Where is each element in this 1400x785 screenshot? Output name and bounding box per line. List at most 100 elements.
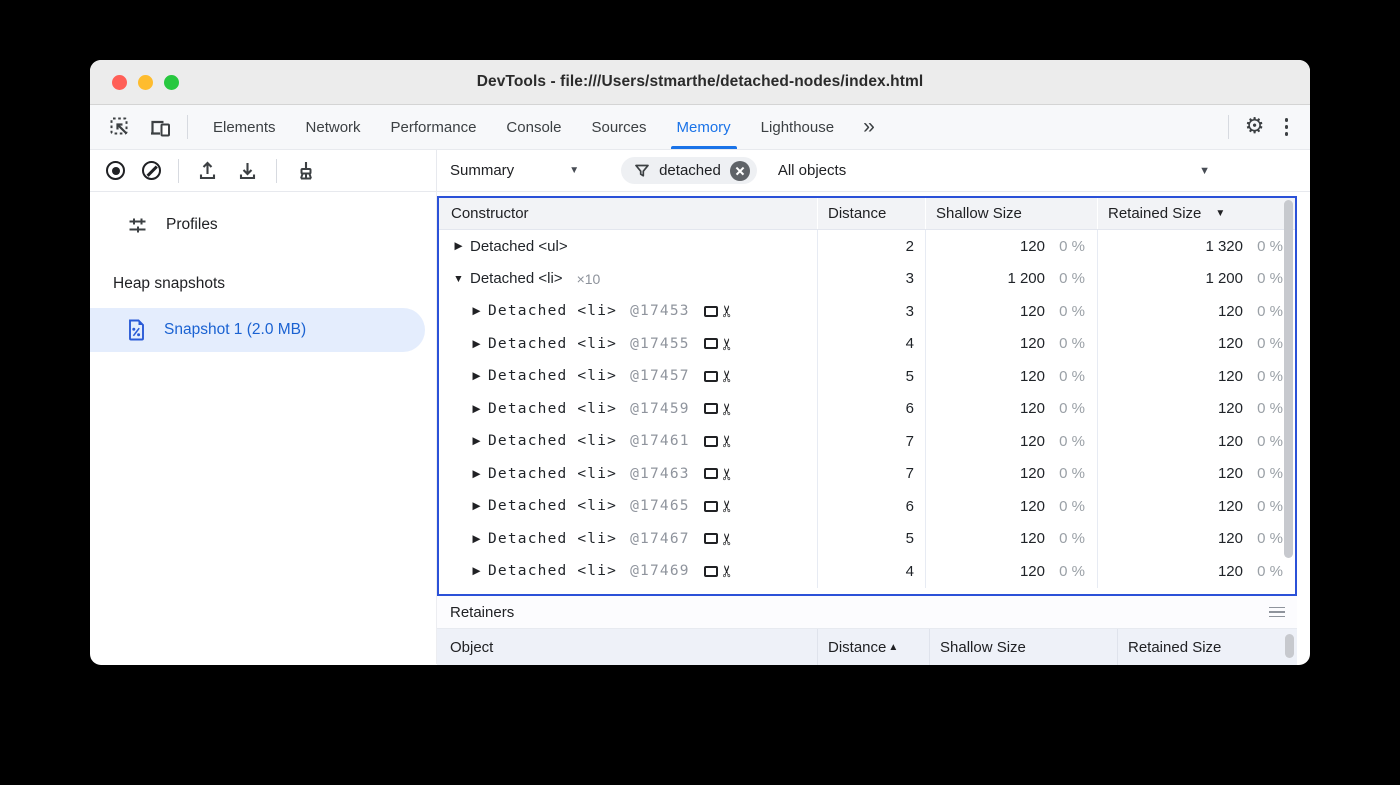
tab-performance[interactable]: Performance [376,105,492,149]
settings-gear-icon[interactable]: ⚙ [1245,116,1265,138]
clear-filter-icon[interactable] [730,161,750,181]
tab-label: Sources [591,119,646,136]
shallow-size-cell: 120 0 % [925,425,1097,458]
clean-garbage-broom-icon[interactable] [294,159,318,183]
table-row[interactable]: ▶ Detached <ul> 2 120 0 % 1 320 0 % [439,230,1295,263]
table-row[interactable]: ▶ Detached <li> @17453 ✂ 3 120 0 % 120 0… [439,295,1295,328]
sidebar-item-profiles[interactable]: Profiles [90,205,436,245]
table-row[interactable]: ▶ Detached <li> @17465 ✂ 6 120 0 % 120 0… [439,490,1295,523]
table-row-partial: ✂ [439,590,1295,596]
constructor-name: Detached <li> [488,303,617,319]
tabbar-right-icons: ⚙ [1228,105,1310,149]
perspective-select-value: Summary [450,162,514,179]
shallow-size-value: 120 [1020,465,1045,482]
more-tabs-button[interactable]: » [849,105,889,149]
class-filter-pill[interactable]: detached [621,157,757,184]
constructor-name: Detached <li> [488,498,617,514]
column-header-retainers-shallow[interactable]: Shallow Size [929,629,1117,665]
expander-triangle-icon[interactable]: ▼ [452,273,465,285]
tab-label: Performance [391,119,477,136]
tab-label: Console [506,119,561,136]
expander-triangle-icon[interactable]: ▶ [470,500,483,512]
tab-elements[interactable]: Elements [198,105,291,149]
inspect-element-icon[interactable] [108,115,133,140]
column-header-shallow-size[interactable]: Shallow Size [925,198,1097,229]
scissors-icon: ✂ [719,435,735,448]
shallow-size-percent: 0 % [1045,433,1097,450]
detached-node-icons: ✂ [704,433,734,449]
tabbar-separator [187,115,188,139]
clear-profiles-icon[interactable] [142,161,161,180]
retained-size-value: 120 [1218,563,1243,580]
table-row[interactable]: ▶ Detached <li> @17463 ✂ 7 120 0 % 120 0… [439,458,1295,491]
column-header-constructor[interactable]: Constructor [439,198,817,229]
load-profile-icon[interactable] [196,159,219,182]
expander-triangle-icon[interactable]: ▶ [470,305,483,317]
expander-triangle-icon[interactable]: ▶ [470,468,483,480]
tab-memory[interactable]: Memory [662,105,746,149]
tab-sources[interactable]: Sources [576,105,661,149]
column-header-distance[interactable]: Distance [817,198,925,229]
retained-size-cell: 120 0 % [1097,425,1295,458]
tabbar-right-separator [1228,115,1229,139]
object-id: @17457 [630,368,690,384]
retained-size-cell: 1 200 0 % [1097,263,1295,296]
table-row[interactable]: ▶ Detached <li> @17461 ✂ 7 120 0 % 120 0… [439,425,1295,458]
grid-vertical-scrollbar[interactable] [1284,200,1293,558]
expander-triangle-icon[interactable]: ▶ [470,533,483,545]
expander-triangle-icon[interactable]: ▶ [470,338,483,350]
objects-filter-select[interactable]: All objects [778,162,1310,179]
zoom-window-button[interactable] [164,75,179,90]
constructor-name: Detached <li> [488,433,617,449]
shallow-size-value: 120 [1020,368,1045,385]
heap-snapshots-heading: Heap snapshots [90,275,436,293]
element-box-icon [704,306,718,317]
retainers-section-header: Retainers [437,596,1297,629]
save-profile-icon[interactable] [236,159,259,182]
retained-size-value: 120 [1218,368,1243,385]
retained-size-value: 120 [1218,335,1243,352]
scissors-icon: ✂ [719,305,735,318]
tab-lighthouse[interactable]: Lighthouse [746,105,849,149]
minimize-window-button[interactable] [138,75,153,90]
expander-triangle-icon[interactable]: ▶ [452,240,465,252]
close-window-button[interactable] [112,75,127,90]
table-row[interactable]: ▶ Detached <li> @17457 ✂ 5 120 0 % 120 0… [439,360,1295,393]
column-header-retained-size[interactable]: Retained Size ▼ [1097,198,1295,229]
hamburger-menu-icon[interactable] [1269,607,1285,618]
record-heap-icon[interactable] [106,161,125,180]
distance-cell: 3 [817,263,925,296]
column-header-retainers-retained[interactable]: Retained Size [1117,629,1297,665]
shallow-size-cell: 120 0 % [925,360,1097,393]
expander-triangle-icon[interactable]: ▶ [470,403,483,415]
table-row[interactable]: ▶ Detached <li> @17467 ✂ 5 120 0 % 120 0… [439,523,1295,556]
shallow-size-percent: 0 % [1045,530,1097,547]
expander-triangle-icon[interactable]: ▶ [470,370,483,382]
expander-triangle-icon[interactable]: ▶ [470,565,483,577]
sidebar-item-snapshot-1[interactable]: Snapshot 1 (2.0 MB) [90,308,425,352]
distance-cell: 5 [817,523,925,556]
profiles-toolbar [90,150,437,191]
element-box-icon [704,338,718,349]
column-header-retainers-distance[interactable]: Distance ▲ [817,629,929,665]
retainers-vertical-scrollbar[interactable] [1285,634,1294,658]
table-row[interactable]: ▶ Detached <li> @17459 ✂ 6 120 0 % 120 0… [439,393,1295,426]
table-row[interactable]: ▶ Detached <li> @17469 ✂ 4 120 0 % 120 0… [439,555,1295,588]
snapshot-label: Snapshot 1 (2.0 MB) [164,321,306,339]
tab-label: Elements [213,119,276,136]
tab-network[interactable]: Network [291,105,376,149]
tab-console[interactable]: Console [491,105,576,149]
tab-strip: Elements Network Performance Console Sou… [198,105,849,149]
distance-cell: 4 [817,555,925,588]
perspective-select[interactable]: Summary ▼ [450,162,579,179]
shallow-size-percent: 0 % [1045,238,1097,255]
table-row[interactable]: ▶ Detached <li> @17455 ✂ 4 120 0 % 120 0… [439,328,1295,361]
expander-triangle-icon[interactable]: ▶ [470,435,483,447]
element-box-icon [704,371,718,382]
toolbar-separator [276,159,277,183]
column-header-object[interactable]: Object [437,629,817,665]
table-row[interactable]: ▼ Detached <li> ×10 3 1 200 0 % 1 200 0 … [439,263,1295,296]
kebab-menu-icon[interactable] [1281,114,1293,140]
distance-cell: 2 [817,230,925,263]
device-toolbar-icon[interactable] [147,115,173,140]
